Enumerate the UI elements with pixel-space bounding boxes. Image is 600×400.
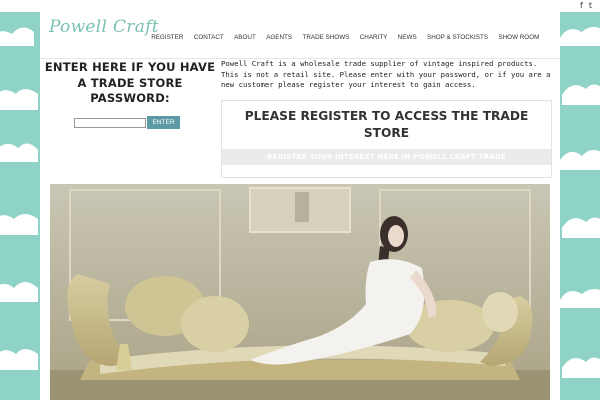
nav-show-room[interactable]: SHOW ROOM bbox=[493, 34, 544, 42]
main-container: Powell Craft REGISTER CONTACT ABOUT AGEN… bbox=[40, 12, 560, 400]
nav-register[interactable]: REGISTER bbox=[146, 34, 189, 42]
twitter-icon[interactable]: t bbox=[589, 1, 592, 11]
nav-about[interactable]: ABOUT bbox=[229, 34, 261, 42]
password-field[interactable] bbox=[74, 118, 146, 128]
hero-image bbox=[50, 184, 550, 400]
site-header: Powell Craft REGISTER CONTACT ABOUT AGEN… bbox=[40, 12, 560, 59]
nav-charity[interactable]: CHARITY bbox=[355, 34, 393, 42]
enter-button[interactable]: ENTER bbox=[147, 116, 180, 129]
login-title: ENTER HERE IF YOU HAVE A TRADE STORE PAS… bbox=[44, 60, 216, 105]
facebook-icon[interactable]: f bbox=[580, 1, 583, 11]
top-bar: f t bbox=[0, 0, 600, 12]
social-links: f t bbox=[580, 1, 592, 11]
info-text: Powell Craft is a wholesale trade suppli… bbox=[221, 59, 551, 89]
nav-contact[interactable]: CONTACT bbox=[189, 34, 229, 42]
nav-agents[interactable]: AGENTS bbox=[261, 34, 297, 42]
nav-shop-stockists[interactable]: SHOP & STOCKISTS bbox=[422, 34, 493, 42]
register-interest-link[interactable]: REGISTER YOUR INTEREST HERE IN POWELL CR… bbox=[222, 149, 551, 165]
nav-news[interactable]: NEWS bbox=[393, 34, 422, 42]
site-logo[interactable]: Powell Craft bbox=[49, 17, 159, 37]
nav-trade-shows[interactable]: TRADE SHOWS bbox=[297, 34, 354, 42]
register-heading: PLEASE REGISTER TO ACCESS THE TRADE STOR… bbox=[244, 109, 529, 140]
main-nav: REGISTER CONTACT ABOUT AGENTS TRADE SHOW… bbox=[146, 34, 545, 42]
register-box: PLEASE REGISTER TO ACCESS THE TRADE STOR… bbox=[221, 100, 552, 178]
